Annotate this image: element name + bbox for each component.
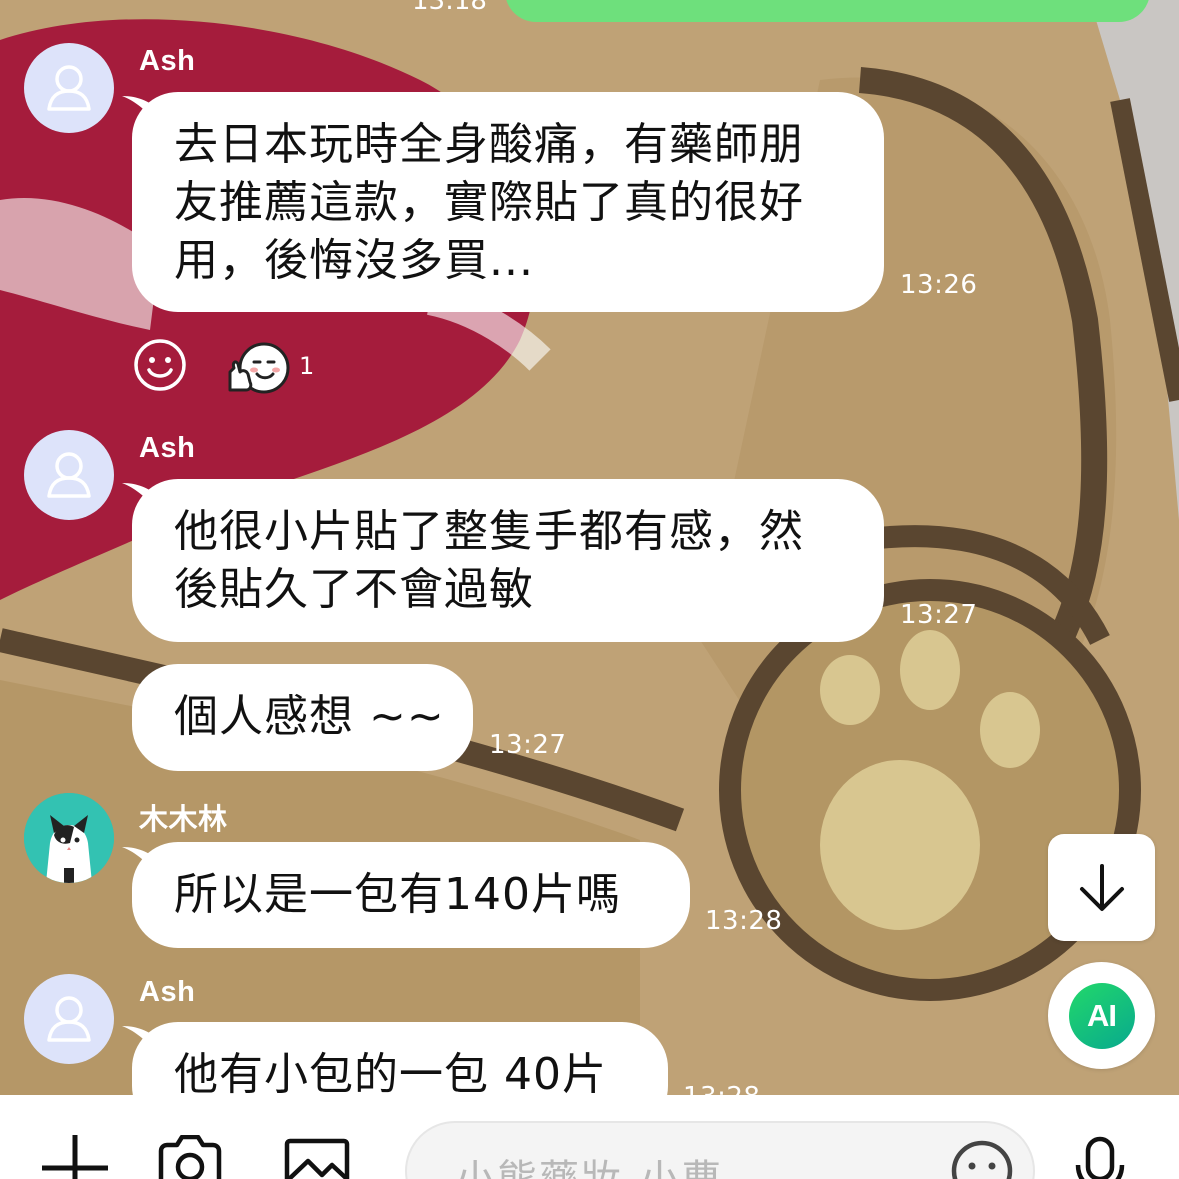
message-bubble[interactable]: 去日本玩時全身酸痛，有藥師朋 友推薦這款，實際貼了真的很好 用，後悔沒多買... [132, 92, 884, 312]
image-icon[interactable] [284, 1135, 350, 1179]
scroll-to-bottom-button[interactable] [1048, 834, 1155, 941]
message-input[interactable]: 小熊藥妝-小曹 [405, 1121, 1035, 1179]
message-input-bar: 小熊藥妝-小曹 [0, 1095, 1179, 1179]
message-text: 去日本玩時全身酸痛，有藥師朋 [174, 119, 804, 170]
chat-area[interactable]: 13:18 Ash 去日本玩時全身酸痛，有藥師朋 友推薦這款，實際貼了真的很好 … [0, 0, 1179, 1095]
reaction-count: 1 [299, 352, 315, 380]
message-text: 所以是一包有140片嗎 [174, 869, 621, 920]
sent-message-bubble[interactable] [505, 0, 1150, 22]
sender-name: 木木林 [139, 804, 228, 836]
message-text: 他很小片貼了整隻手都有感，然 [174, 506, 804, 557]
sender-name: Ash [139, 45, 196, 77]
camera-icon[interactable] [157, 1135, 223, 1179]
ai-label: AI [1068, 982, 1135, 1049]
message-time: 13:28 [705, 906, 783, 936]
default-user-icon [47, 452, 91, 498]
message-text: 個人感想 ~~ [174, 691, 445, 742]
message-bubble[interactable]: 所以是一包有140片嗎 [132, 842, 690, 948]
avatar[interactable] [24, 43, 114, 133]
sender-name: Ash [139, 432, 196, 464]
message-time: 13:27 [900, 600, 978, 630]
message-bubble[interactable]: 他有小包的一包 40片 [132, 1022, 668, 1095]
default-user-icon [47, 996, 91, 1042]
message-time: 13:18 [412, 0, 487, 16]
microphone-icon[interactable] [1070, 1135, 1130, 1179]
arrow-down-icon [1079, 863, 1124, 911]
message-text: 友推薦這款，實際貼了真的很好 [174, 177, 804, 228]
message-time: 13:28 [683, 1082, 760, 1095]
avatar[interactable] [24, 974, 114, 1064]
cat-avatar-icon [24, 793, 114, 883]
ai-assistant-button[interactable]: AI [1048, 962, 1155, 1069]
avatar[interactable] [24, 793, 114, 883]
add-reaction-icon[interactable] [133, 338, 187, 392]
message-bubble[interactable]: 他很小片貼了整隻手都有感，然 後貼久了不會過敏 [132, 479, 884, 642]
default-user-icon [47, 65, 91, 111]
message-text: 後貼久了不會過敏 [174, 564, 534, 615]
thumbs-up-reaction-icon[interactable] [226, 340, 290, 396]
message-time: 13:26 [900, 270, 978, 300]
smiley-icon[interactable] [950, 1139, 1014, 1179]
message-text: 用，後悔沒多買... [174, 235, 534, 286]
message-bubble[interactable]: 個人感想 ~~ [132, 664, 473, 771]
avatar[interactable] [24, 430, 114, 520]
plus-icon[interactable] [42, 1135, 108, 1179]
message-text: 他有小包的一包 40片 [174, 1049, 607, 1095]
message-input-placeholder: 小熊藥妝-小曹 [455, 1147, 723, 1179]
message-time: 13:27 [489, 730, 567, 760]
sender-name: Ash [139, 976, 196, 1008]
